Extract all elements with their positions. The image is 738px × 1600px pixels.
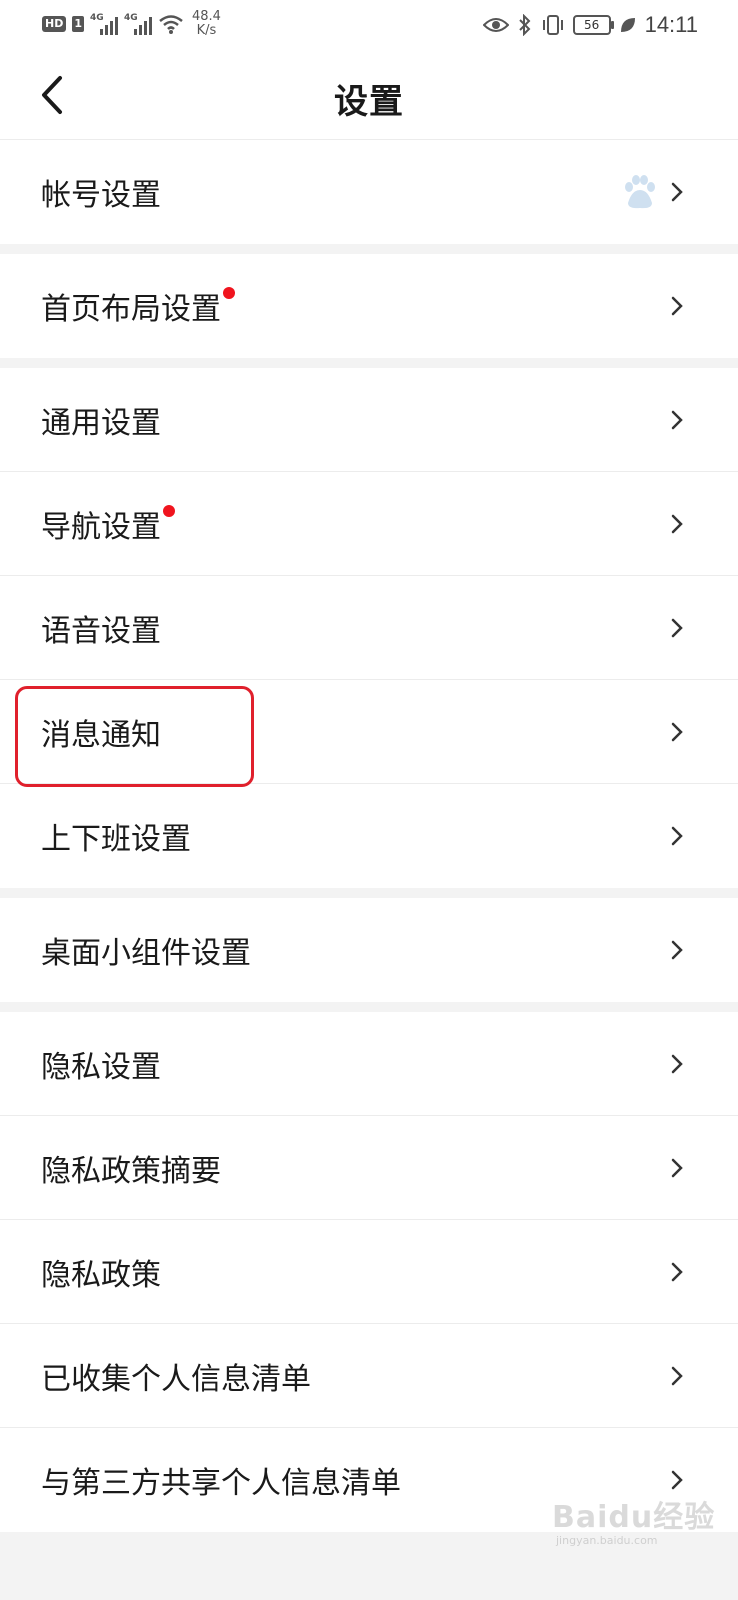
network-type-label: 4G (90, 13, 104, 23)
network-speed: 48.4 K/s (192, 10, 221, 38)
settings-item-label: 隐私政策 (41, 1258, 161, 1293)
home-layout-text: 首页布局设置 (41, 292, 221, 327)
wifi-icon (159, 15, 183, 34)
clock-time: 14:11 (644, 12, 698, 37)
settings-item-label: 语音设置 (41, 614, 161, 649)
settings-item-account[interactable]: 帐号设置 (0, 140, 738, 244)
network-type-label: 4G (124, 13, 138, 23)
chevron-right-icon (671, 1054, 683, 1074)
settings-item-widget[interactable]: 桌面小组件设置 (0, 898, 738, 1002)
page-title: 设置 (334, 82, 404, 122)
sim-badge: 1 (72, 16, 84, 32)
chevron-right-icon (671, 1158, 683, 1178)
settings-item-voice[interactable]: 语音设置 (0, 576, 738, 680)
settings-item-privacy[interactable]: 隐私设置 (0, 1012, 738, 1116)
settings-item-label: 导航设置 (41, 502, 175, 546)
settings-item-collected-info[interactable]: 已收集个人信息清单 (0, 1324, 738, 1428)
chevron-right-icon (671, 1262, 683, 1282)
leaf-icon (620, 18, 635, 32)
settings-item-privacy-policy[interactable]: 隐私政策 (0, 1220, 738, 1324)
status-right: 56 14:11 (482, 12, 698, 38)
settings-item-navigation[interactable]: 导航设置 (0, 472, 738, 576)
settings-item-label: 与第三方共享个人信息清单 (41, 1466, 401, 1501)
settings-item-label: 已收集个人信息清单 (41, 1362, 311, 1397)
chevron-right-icon (671, 514, 683, 534)
watermark-logo: Baidu经验 (552, 1500, 716, 1535)
settings-item-label: 隐私设置 (41, 1050, 161, 1085)
eye-icon (482, 18, 509, 32)
bluetooth-icon (518, 14, 530, 36)
top-nav-bar: 设置 (0, 54, 738, 140)
settings-item-privacy-summary[interactable]: 隐私政策摘要 (0, 1116, 738, 1220)
chevron-right-icon (671, 1366, 683, 1386)
chevron-right-icon (671, 410, 683, 430)
settings-item-label: 帐号设置 (41, 178, 161, 213)
new-indicator-dot (223, 287, 235, 299)
signal-icon: 4G (90, 13, 118, 35)
chevron-right-icon (671, 182, 683, 202)
status-bar: HD 1 4G 4G 48.4 K/s 56 14:11 (0, 0, 738, 54)
settings-item-notifications[interactable]: 消息通知 (0, 680, 738, 784)
battery-icon: 56 (572, 15, 614, 35)
settings-item-label: 通用设置 (41, 406, 161, 441)
hd-badge: HD (42, 16, 67, 32)
navigation-text: 导航设置 (41, 510, 161, 545)
status-left: HD 1 4G 4G 48.4 K/s (42, 10, 221, 38)
settings-item-label: 首页布局设置 (41, 284, 235, 328)
settings-item-label: 隐私政策摘要 (41, 1154, 221, 1189)
chevron-right-icon (671, 722, 683, 742)
settings-item-commute[interactable]: 上下班设置 (0, 784, 738, 888)
speed-value: 48.4 (192, 9, 221, 24)
chevron-right-icon (671, 940, 683, 960)
baidu-paw-icon (625, 175, 655, 209)
signal-icon: 4G (124, 13, 152, 35)
vibrate-icon (542, 15, 563, 35)
speed-unit: K/s (196, 23, 217, 38)
chevron-right-icon (671, 618, 683, 638)
settings-item-general[interactable]: 通用设置 (0, 368, 738, 472)
settings-item-label: 桌面小组件设置 (41, 936, 251, 971)
chevron-right-icon (671, 826, 683, 846)
settings-item-label: 消息通知 (41, 718, 161, 753)
settings-item-label: 上下班设置 (41, 822, 191, 857)
settings-item-home-layout[interactable]: 首页布局设置 (0, 254, 738, 358)
chevron-right-icon (671, 296, 683, 316)
watermark-url: jingyan.baidu.com (556, 1534, 658, 1547)
new-indicator-dot (163, 505, 175, 517)
chevron-right-icon (671, 1470, 683, 1490)
